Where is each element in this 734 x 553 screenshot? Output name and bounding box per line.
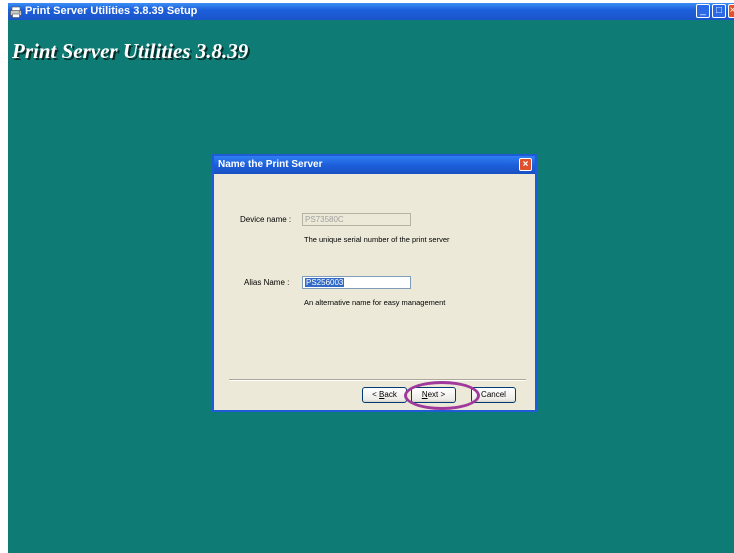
device-name-field: PS73580C <box>302 213 411 226</box>
device-name-label: Device name : <box>240 215 292 224</box>
dialog-titlebar[interactable]: Name the Print Server × <box>214 156 535 174</box>
close-window-button[interactable]: × <box>728 4 734 18</box>
alias-name-hint: An alternative name for easy management <box>304 298 446 307</box>
dialog-title: Name the Print Server <box>218 159 323 170</box>
maximize-button[interactable]: □ <box>712 4 726 18</box>
alias-name-field[interactable]: PS256003 <box>302 276 411 289</box>
next-highlight-ellipse <box>404 381 480 410</box>
printer-icon <box>10 5 22 18</box>
window-title: Print Server Utilities 3.8.39 Setup <box>25 5 198 17</box>
device-name-hint: The unique serial number of the print se… <box>304 235 450 244</box>
name-print-server-dialog: Name the Print Server × Device name : PS… <box>212 154 537 412</box>
back-button[interactable]: < Back <box>362 387 407 403</box>
dialog-close-button[interactable]: × <box>519 158 532 171</box>
setup-window: Print Server Utilities 3.8.39 Setup _ □ … <box>8 3 734 553</box>
button-separator <box>229 379 526 381</box>
window-titlebar[interactable]: Print Server Utilities 3.8.39 Setup _ □ … <box>8 3 734 20</box>
alias-name-label: Alias Name : <box>244 278 290 287</box>
back-label: ack <box>384 390 397 399</box>
minimize-button[interactable]: _ <box>696 4 710 18</box>
product-banner: Print Server Utilities 3.8.39 <box>12 39 249 63</box>
back-arrow: < <box>372 390 380 399</box>
alias-name-value: PS256003 <box>305 278 345 287</box>
